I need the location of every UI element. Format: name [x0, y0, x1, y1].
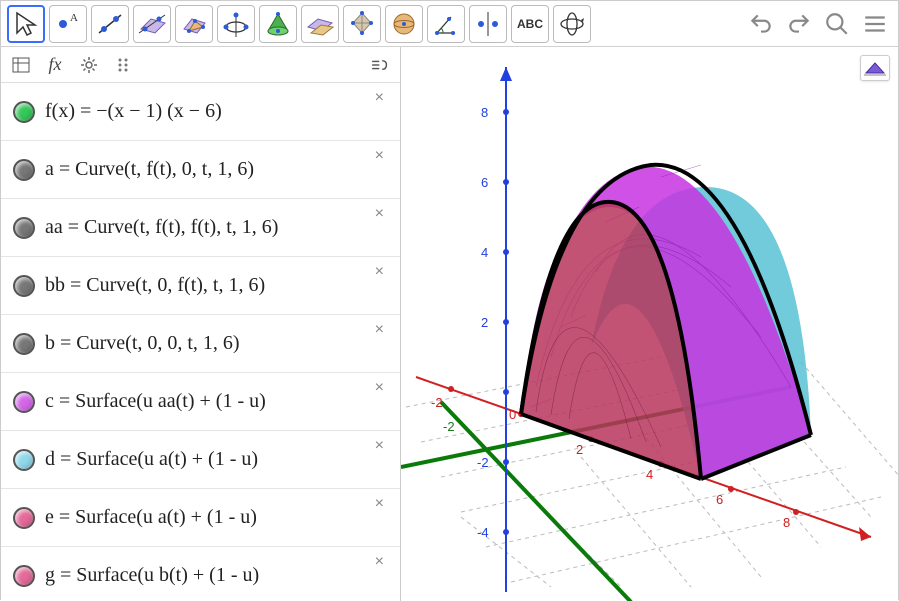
expression-text: c = Surface(u aa(t) + (1 - u)	[45, 390, 266, 413]
algebra-list[interactable]: f(x) = −(x − 1) (x − 6) × a = Curve(t, f…	[1, 83, 400, 601]
point-tool[interactable]: A	[49, 5, 87, 43]
expression-text: aa = Curve(t, f(t), f(t), t, 1, 6)	[45, 216, 278, 239]
z-axis-tick: 6	[481, 175, 488, 190]
visibility-marble[interactable]	[13, 565, 35, 587]
rotate-view-tool[interactable]	[553, 5, 591, 43]
expression-text: e = Surface(u a(t) + (1 - u)	[45, 506, 257, 529]
delete-row-button[interactable]: ×	[375, 89, 384, 107]
text-tool[interactable]: ABC	[511, 5, 549, 43]
settings-gear-button[interactable]	[77, 53, 101, 77]
polygon-plane-tool[interactable]	[175, 5, 213, 43]
net-tool[interactable]	[343, 5, 381, 43]
sphere-tool[interactable]	[385, 5, 423, 43]
list-mode-button[interactable]	[9, 53, 33, 77]
scene-3d-svg	[401, 47, 898, 601]
expression-text: f(x) = −(x − 1) (x − 6)	[45, 100, 222, 123]
delete-row-button[interactable]: ×	[375, 495, 384, 513]
algebra-row-d[interactable]: d = Surface(u a(t) + (1 - u) ×	[1, 431, 400, 489]
plane-tool[interactable]	[133, 5, 171, 43]
x-axis-tick: 4	[646, 467, 653, 482]
visibility-marble[interactable]	[13, 159, 35, 181]
z-axis-tick: -2	[477, 455, 489, 470]
move-tool[interactable]	[7, 5, 45, 43]
delete-row-button[interactable]: ×	[375, 437, 384, 455]
visibility-marble[interactable]	[13, 101, 35, 123]
cone-tool[interactable]	[259, 5, 297, 43]
algebra-row-bb[interactable]: bb = Curve(t, 0, f(t), t, 1, 6) ×	[1, 257, 400, 315]
delete-row-button[interactable]: ×	[375, 553, 384, 571]
x-axis-tick: 2	[576, 442, 583, 457]
delete-row-button[interactable]: ×	[375, 321, 384, 339]
x-axis-tick: 8	[783, 515, 790, 530]
algebra-row-e[interactable]: e = Surface(u a(t) + (1 - u) ×	[1, 489, 400, 547]
visibility-marble[interactable]	[13, 449, 35, 471]
algebra-row-b[interactable]: b = Curve(t, 0, 0, t, 1, 6) ×	[1, 315, 400, 373]
reflect-tool[interactable]	[469, 5, 507, 43]
menu-button[interactable]	[858, 7, 892, 41]
algebra-row-c[interactable]: c = Surface(u aa(t) + (1 - u) ×	[1, 373, 400, 431]
algebra-panel: fx f(x) = −(x − 1) (x − 6) × a = Cu	[1, 47, 401, 601]
z-axis-tick: -4	[477, 525, 489, 540]
angle-tool[interactable]	[427, 5, 465, 43]
z-axis-tick: 8	[481, 105, 488, 120]
circle-axis-tool[interactable]	[217, 5, 255, 43]
delete-row-button[interactable]: ×	[375, 263, 384, 281]
delete-row-button[interactable]: ×	[375, 379, 384, 397]
fx-input-button[interactable]: fx	[43, 53, 67, 77]
text-tool-label: ABC	[517, 17, 543, 31]
plane-plane-tool[interactable]	[301, 5, 339, 43]
x-axis-tick: 6	[716, 492, 723, 507]
sort-toggle-button[interactable]	[368, 53, 392, 77]
algebra-row-aa[interactable]: aa = Curve(t, f(t), f(t), t, 1, 6) ×	[1, 199, 400, 257]
main-toolbar: A ABC	[1, 1, 898, 47]
z-axis-tick: 2	[481, 315, 488, 330]
algebra-row-a[interactable]: a = Curve(t, f(t), 0, t, 1, 6) ×	[1, 141, 400, 199]
z-axis-tick: 4	[481, 245, 488, 260]
line-tool[interactable]	[91, 5, 129, 43]
redo-button[interactable]	[782, 7, 816, 41]
drag-handle[interactable]	[111, 53, 135, 77]
visibility-marble[interactable]	[13, 217, 35, 239]
expression-text: d = Surface(u a(t) + (1 - u)	[45, 448, 258, 471]
svg-text:A: A	[70, 12, 78, 24]
visibility-marble[interactable]	[13, 333, 35, 355]
visibility-marble[interactable]	[13, 507, 35, 529]
origin-label: 0	[509, 407, 516, 422]
y-axis-tick: -2	[443, 419, 455, 434]
xy-tick-neg2: -2	[431, 395, 443, 410]
expression-text: b = Curve(t, 0, 0, t, 1, 6)	[45, 332, 240, 355]
expression-text: bb = Curve(t, 0, f(t), t, 1, 6)	[45, 274, 265, 297]
visibility-marble[interactable]	[13, 275, 35, 297]
undo-button[interactable]	[744, 7, 778, 41]
algebra-row-f[interactable]: f(x) = −(x − 1) (x − 6) ×	[1, 83, 400, 141]
graphics-3d-view[interactable]: 8 6 4 2 -2 -4 2 4 6 8 -2 -2 0	[401, 47, 898, 601]
search-button[interactable]	[820, 7, 854, 41]
expression-text: a = Curve(t, f(t), 0, t, 1, 6)	[45, 158, 254, 181]
expression-text: g = Surface(u b(t) + (1 - u)	[45, 564, 259, 587]
delete-row-button[interactable]: ×	[375, 147, 384, 165]
algebra-row-g[interactable]: g = Surface(u b(t) + (1 - u) ×	[1, 547, 400, 601]
visibility-marble[interactable]	[13, 391, 35, 413]
delete-row-button[interactable]: ×	[375, 205, 384, 223]
algebra-header: fx	[1, 47, 400, 83]
